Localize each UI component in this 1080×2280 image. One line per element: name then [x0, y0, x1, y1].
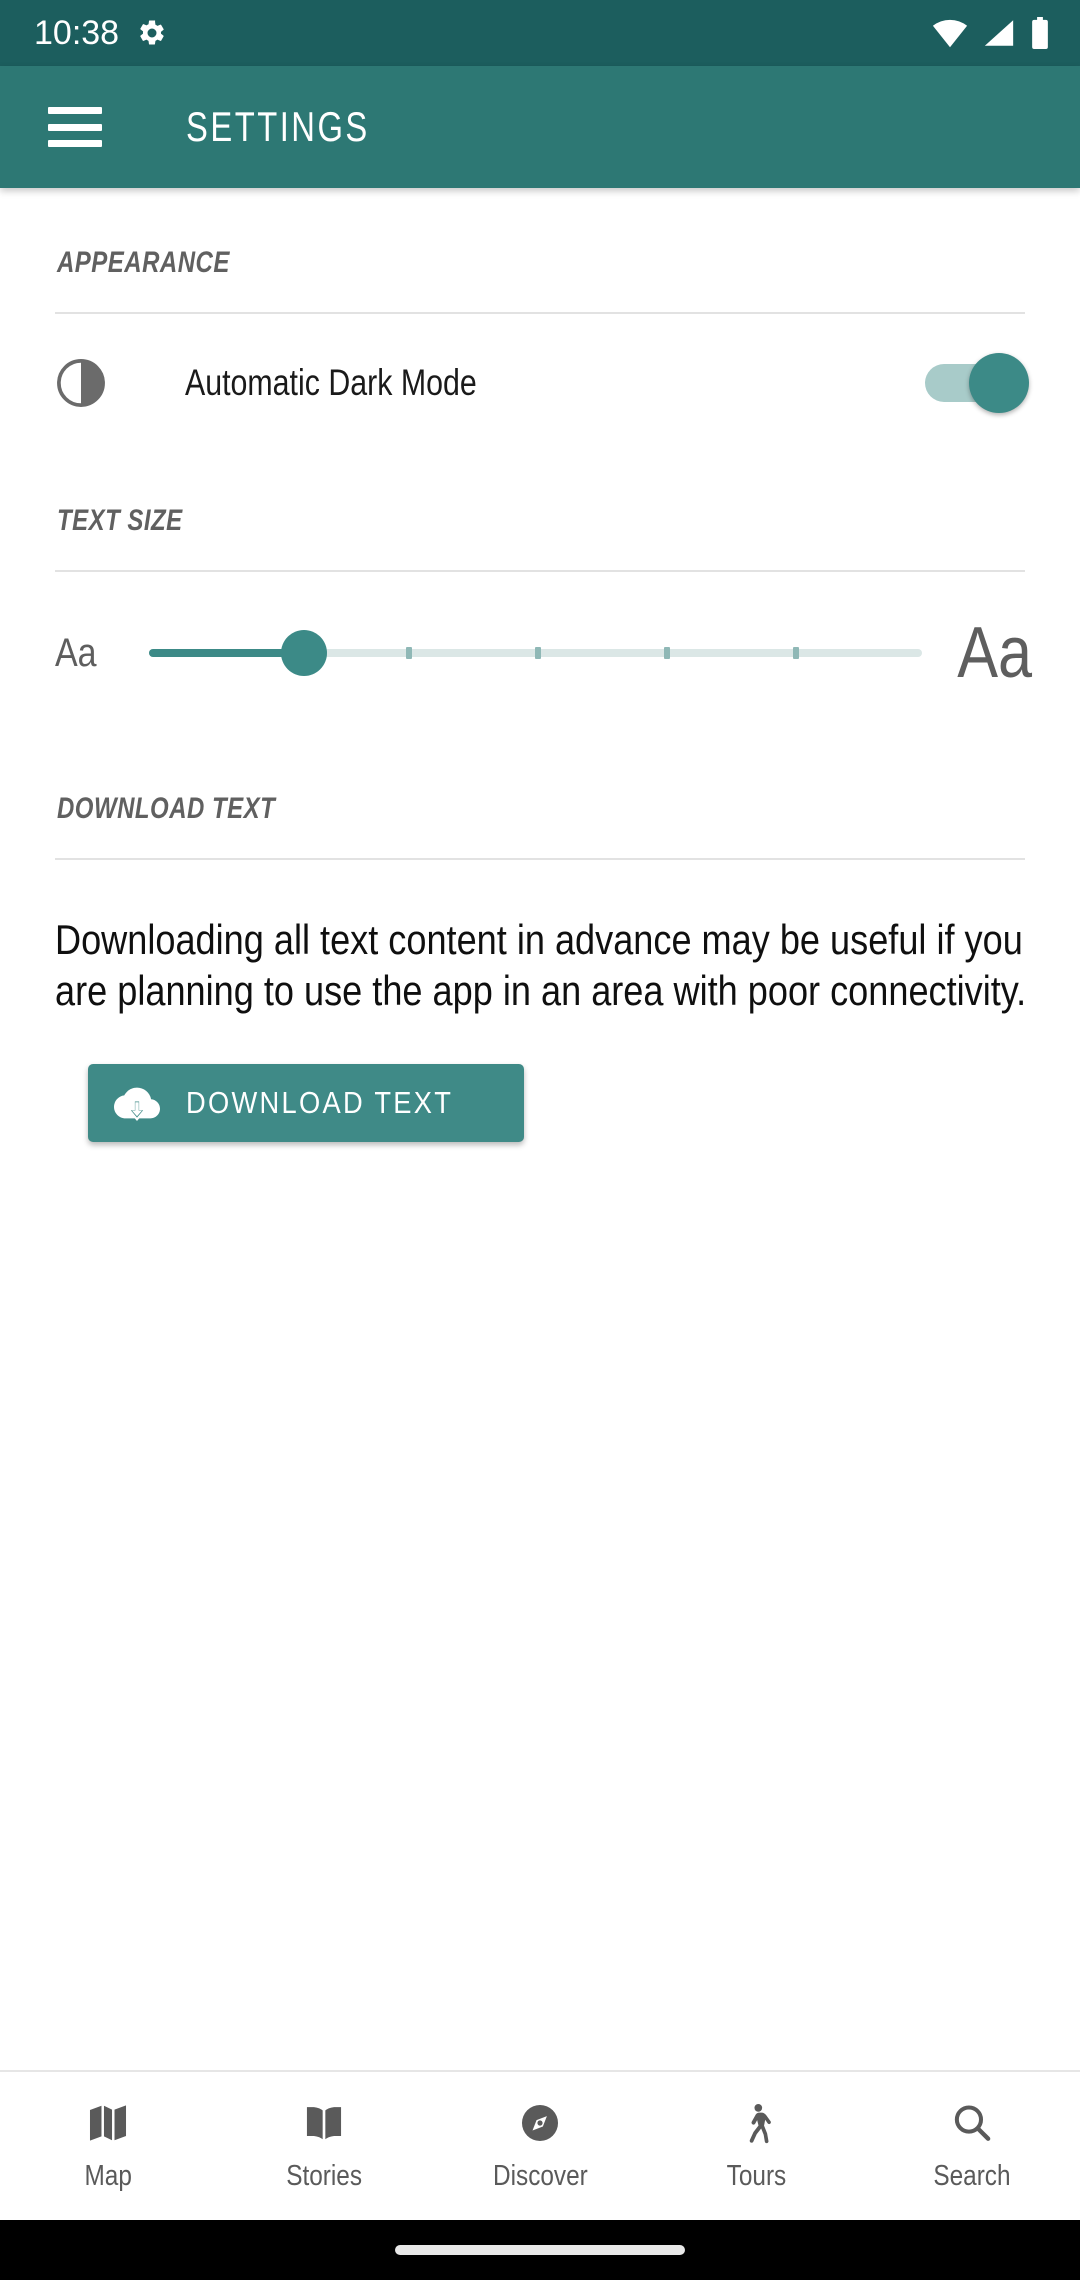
phone-screen: 10:38 SETTINGS APPEARANCE Automatic Dark…: [0, 0, 1080, 2280]
status-bar-right: [932, 17, 1050, 49]
brightness-half-icon: [57, 359, 105, 407]
gear-icon: [140, 20, 164, 45]
text-size-slider-row: Aa Aa: [0, 578, 1080, 728]
slider-thumb[interactable]: [280, 630, 327, 676]
walking-person-icon: [749, 2103, 771, 2143]
status-bar: 10:38: [0, 0, 1080, 66]
status-bar-left: 10:38: [34, 16, 167, 50]
slider-tick: [792, 647, 799, 659]
hamburger-line: [48, 140, 102, 147]
divider: [55, 312, 1025, 314]
page-title: SETTINGS: [186, 103, 370, 150]
nav-item-tours[interactable]: Tours: [648, 2072, 864, 2220]
settings-content: APPEARANCE Automatic Dark Mode TEXT SIZE…: [0, 188, 1080, 2070]
search-icon: [954, 2104, 991, 2141]
download-text-button-label: DOWNLOAD TEXT: [186, 1085, 454, 1121]
nav-item-tours-label: Tours: [726, 2159, 786, 2192]
setting-row-automatic-dark-mode[interactable]: Automatic Dark Mode: [0, 324, 1080, 442]
text-size-section-header-wrap: TEXT SIZE: [0, 442, 1080, 538]
nav-item-map[interactable]: Map: [0, 2072, 216, 2220]
wifi-icon: [932, 19, 968, 48]
toggle-thumb: [969, 353, 1029, 413]
map-icon: [89, 2104, 127, 2141]
slider-tick: [663, 647, 670, 659]
cellular-signal-icon: [984, 20, 1014, 46]
nav-item-stories[interactable]: Stories: [216, 2072, 432, 2220]
hamburger-line: [48, 107, 102, 114]
download-text-section-header: DOWNLOAD TEXT: [57, 792, 276, 825]
text-size-slider[interactable]: [148, 623, 922, 683]
app-bar: SETTINGS: [0, 66, 1080, 188]
cloud-download-icon: [114, 1088, 160, 1122]
automatic-dark-mode-label: Automatic Dark Mode: [185, 362, 477, 403]
appearance-section-header-wrap: APPEARANCE: [0, 188, 1080, 280]
battery-icon: [1032, 17, 1048, 49]
download-text-section-header-wrap: DOWNLOAD TEXT: [0, 728, 1080, 826]
compass-icon: [521, 2104, 559, 2141]
nav-item-stories-label: Stories: [286, 2159, 362, 2192]
nav-item-map-label: Map: [84, 2159, 132, 2192]
gesture-pill[interactable]: [395, 2245, 685, 2255]
status-bar-clock: 10:38: [34, 14, 120, 52]
nav-item-discover[interactable]: Discover: [432, 2072, 648, 2220]
divider: [55, 858, 1025, 860]
nav-item-search-label: Search: [933, 2159, 1011, 2192]
slider-tick: [406, 647, 413, 659]
bottom-navigation-bar: Map Stories Discover Tours Search: [0, 2070, 1080, 2220]
gesture-navigation-bar: [0, 2220, 1080, 2280]
appearance-section-header: APPEARANCE: [57, 246, 230, 279]
text-size-section-header: TEXT SIZE: [57, 504, 183, 537]
hamburger-line: [48, 123, 102, 131]
hamburger-menu-icon[interactable]: [48, 107, 102, 147]
book-icon: [306, 2106, 342, 2139]
text-size-small-sample: Aa: [55, 631, 97, 675]
divider: [55, 570, 1025, 572]
nav-item-discover-label: Discover: [492, 2159, 588, 2192]
download-text-description: Downloading all text content in advance …: [55, 916, 1027, 1015]
nav-item-search[interactable]: Search: [864, 2072, 1080, 2220]
automatic-dark-mode-toggle[interactable]: [925, 353, 1029, 413]
download-text-button[interactable]: DOWNLOAD TEXT: [88, 1064, 524, 1143]
text-size-large-sample: Aa: [957, 613, 1032, 693]
slider-tick: [535, 647, 542, 659]
